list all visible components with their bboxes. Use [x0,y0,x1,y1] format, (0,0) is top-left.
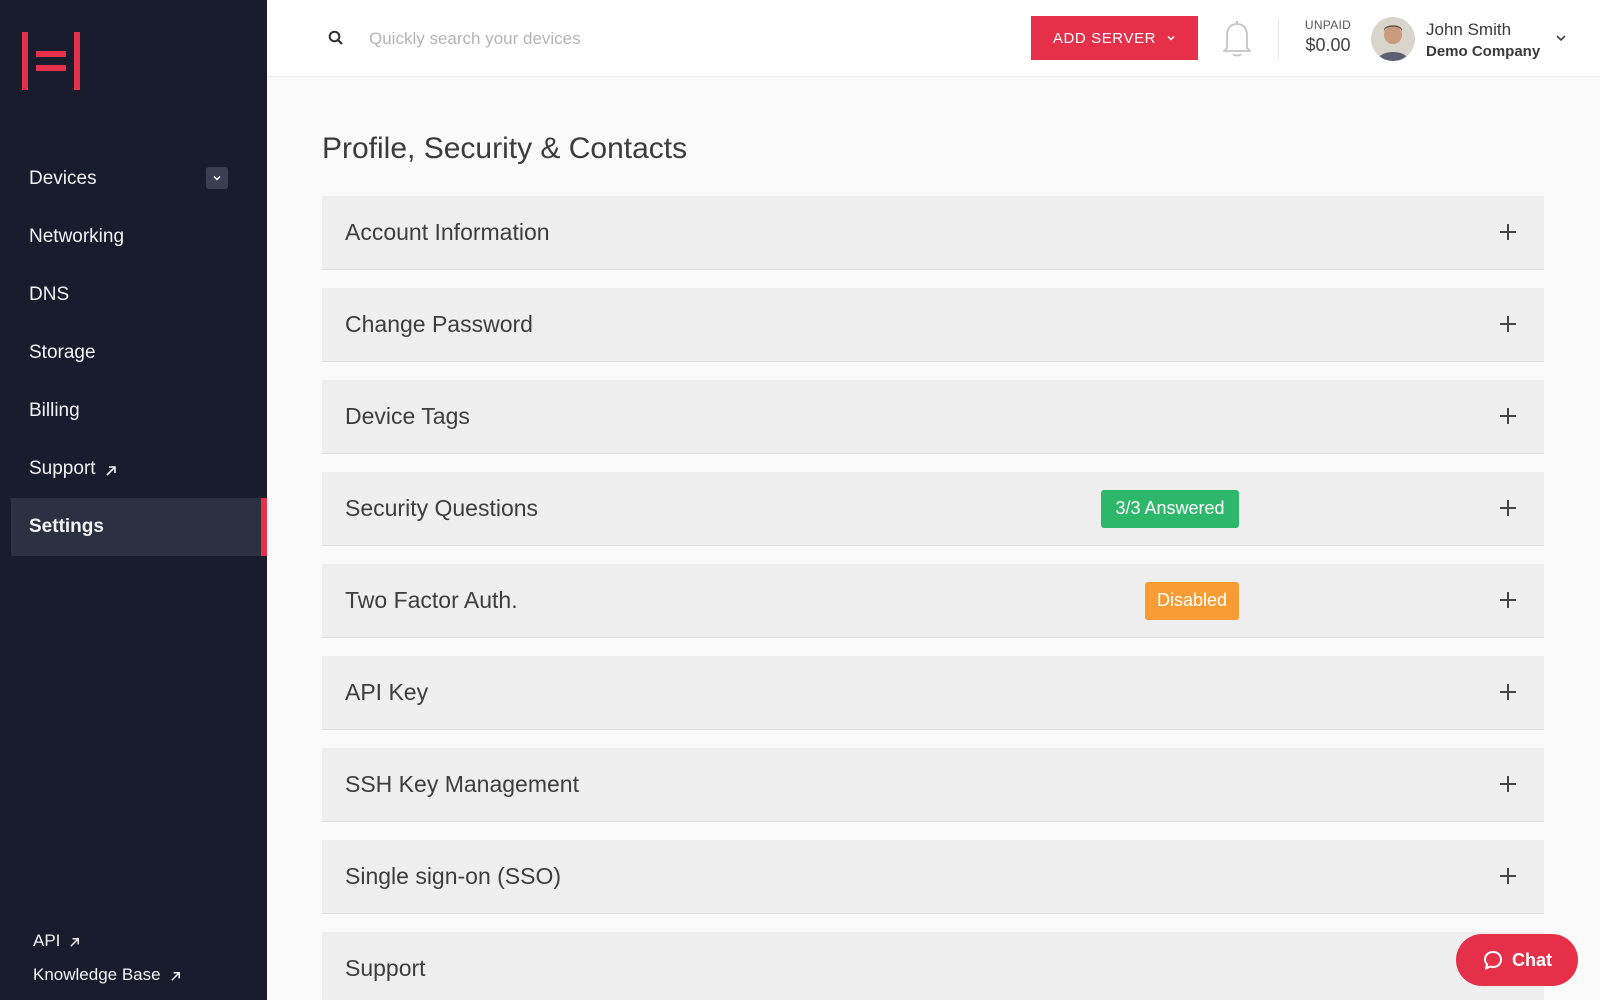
avatar[interactable] [1371,17,1415,61]
panel-ssh-key-management[interactable]: SSH Key Management [322,748,1544,822]
bell-icon[interactable] [1219,18,1255,58]
external-link-icon [104,462,118,476]
unpaid-balance[interactable]: UNPAID $0.00 [1293,18,1363,56]
user-name[interactable]: John Smith [1426,20,1511,40]
sidebar-item-label: Billing [29,400,80,421]
panel-title: Account Information [345,219,550,245]
panel-change-password[interactable]: Change Password [322,288,1544,362]
add-server-button[interactable]: ADD SERVER [1031,16,1198,60]
sidebar-footer: API Knowledge Base [33,924,183,992]
search-input[interactable] [369,22,869,56]
sidebar-item-label: Support [29,458,96,479]
sidebar-item-networking[interactable]: Networking [11,208,267,266]
external-link-icon [169,968,183,982]
plus-icon[interactable] [1498,774,1518,794]
status-badge: 3/3 Answered [1101,489,1239,528]
sidebar-item-label: Storage [29,342,96,363]
panel-title: Security Questions [345,495,539,521]
api-link-label: API [33,931,61,950]
search-icon [327,29,345,47]
panel-title: Two Factor Auth. [345,587,518,613]
api-link[interactable]: API [33,924,183,958]
plus-icon[interactable] [1498,222,1518,242]
plus-icon[interactable] [1498,866,1518,886]
chevron-down-icon [1167,35,1175,41]
sidebar-item-storage[interactable]: Storage [11,324,267,382]
chevron-down-icon[interactable] [206,167,228,189]
divider [1278,18,1279,60]
panel-title: Single sign-on (SSO) [345,863,562,889]
knowledge-base-link-label: Knowledge Base [33,965,161,984]
panel-single-sign-on[interactable]: Single sign-on (SSO) [322,840,1544,914]
knowledge-base-link[interactable]: Knowledge Base [33,958,183,992]
panel-title: Device Tags [345,403,470,429]
unpaid-label: UNPAID [1304,18,1352,32]
brand-logo-icon[interactable] [22,32,80,90]
sidebar: Devices Networking DNS Storage Billing S… [0,0,267,1000]
sidebar-item-label: Networking [29,226,125,247]
chat-label: Chat [1512,949,1552,970]
sidebar-item-label: DNS [29,284,70,305]
sidebar-item-billing[interactable]: Billing [11,382,267,440]
plus-icon[interactable] [1498,498,1518,518]
panel-two-factor-auth[interactable]: Two Factor Auth. Disabled [322,564,1544,638]
panel-support[interactable]: Support [322,932,1544,1000]
add-server-label: ADD SERVER [1052,29,1157,47]
status-badge: Disabled [1145,581,1239,620]
plus-icon[interactable] [1498,406,1518,426]
user-company[interactable]: Demo Company [1426,43,1540,60]
panel-security-questions[interactable]: Security Questions 3/3 Answered [322,472,1544,546]
panel-account-information[interactable]: Account Information [322,196,1544,270]
sidebar-nav: Devices Networking DNS Storage Billing S… [11,150,267,556]
external-link-icon [68,934,82,948]
plus-icon[interactable] [1498,590,1518,610]
panel-title: API Key [345,679,429,705]
panel-device-tags[interactable]: Device Tags [322,380,1544,454]
plus-icon[interactable] [1498,682,1518,702]
panel-title: Change Password [345,311,533,337]
chat-button[interactable]: Chat [1456,934,1578,986]
plus-icon[interactable] [1498,314,1518,334]
page-title: Profile, Security & Contacts [322,132,688,165]
chat-bubble-icon [1484,951,1502,970]
sidebar-item-label: Settings [29,516,104,537]
panel-title: Support [345,955,426,981]
panel-api-key[interactable]: API Key [322,656,1544,730]
top-bar: ADD SERVER UNPAID $0.00 John Smith Demo … [267,0,1600,77]
sidebar-item-dns[interactable]: DNS [11,266,267,324]
panel-title: SSH Key Management [345,771,579,797]
sidebar-item-settings[interactable]: Settings [11,498,267,556]
unpaid-value: $0.00 [1305,35,1351,55]
chevron-down-icon[interactable] [1553,30,1569,46]
sidebar-item-devices[interactable]: Devices [11,150,267,208]
sidebar-item-support[interactable]: Support [11,440,267,498]
sidebar-item-label: Devices [29,168,97,189]
